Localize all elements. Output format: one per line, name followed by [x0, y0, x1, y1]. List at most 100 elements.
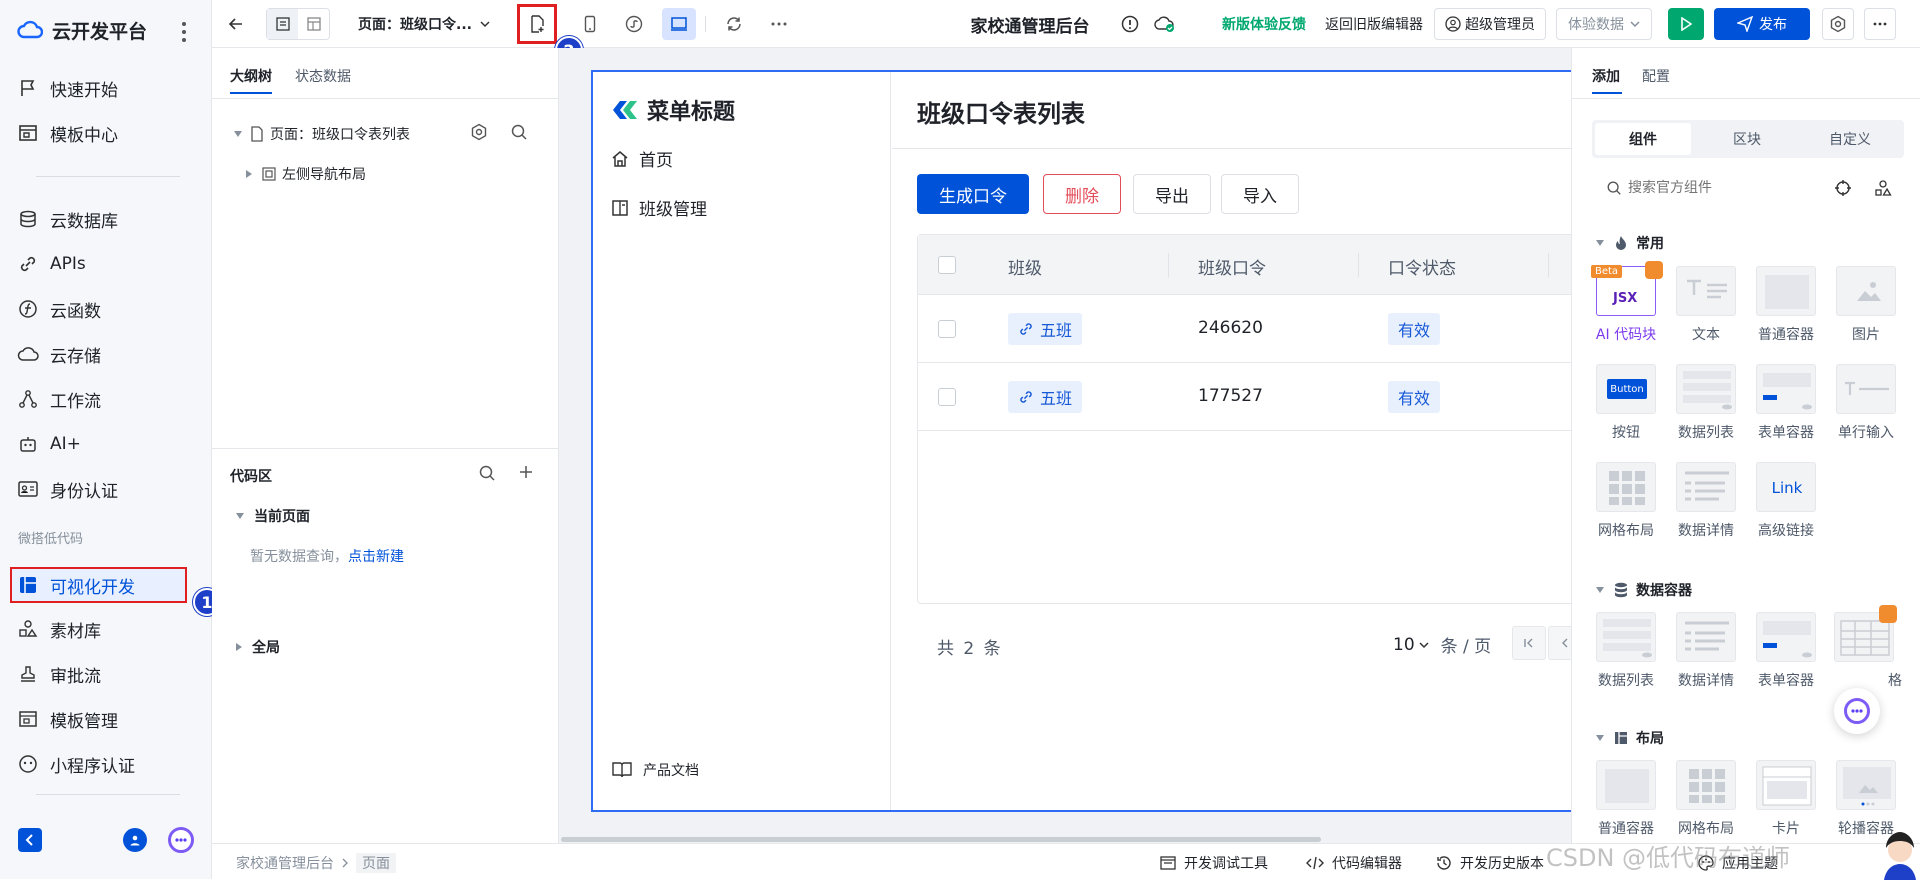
history-button[interactable]: 开发历史版本 — [1436, 853, 1544, 873]
component-single-input[interactable]: 单行输入 — [1826, 364, 1906, 442]
seg-blocks[interactable]: 区块 — [1699, 123, 1795, 155]
refresh-button[interactable] — [718, 8, 750, 40]
menu-item-class-manage[interactable]: 班级管理 — [611, 195, 707, 220]
nav-item-approval[interactable]: 审批流 — [16, 656, 101, 692]
component-button[interactable]: Button 按钮 — [1586, 364, 1666, 442]
locate-button[interactable] — [1834, 179, 1852, 201]
component-form-container[interactable]: 表单容器 — [1746, 612, 1826, 690]
breadcrumb-page[interactable]: 页面 — [356, 853, 396, 873]
row-checkbox[interactable] — [938, 320, 956, 338]
back-button[interactable] — [224, 8, 248, 40]
page-view-icon[interactable] — [267, 9, 298, 39]
component-search-input[interactable] — [1628, 176, 1808, 200]
import-button[interactable]: 导入 — [1221, 174, 1299, 214]
nav-item-template-manage[interactable]: 模板管理 — [16, 701, 118, 737]
preview-run-button[interactable] — [1668, 8, 1704, 40]
tab-outline-tree[interactable]: 大纲树 — [230, 66, 272, 86]
component-data-list[interactable]: 数据列表 — [1586, 612, 1666, 690]
mobile-view-button[interactable] — [576, 8, 604, 40]
tree-node-layout[interactable]: 左侧导航布局 — [246, 164, 366, 184]
component-text[interactable]: 文本 — [1666, 266, 1746, 344]
component-form-container[interactable]: 表单容器 — [1746, 364, 1826, 442]
app-logo[interactable]: 云开发平台 — [16, 16, 147, 44]
canvas-horizontal-scrollbar[interactable] — [561, 837, 1321, 842]
feedback-link[interactable]: 新版体验反馈 — [1216, 8, 1312, 40]
nav-item-database[interactable]: 云数据库 — [16, 201, 118, 237]
miniprogram-view-button[interactable] — [618, 8, 650, 40]
component-container[interactable]: 普通容器 — [1746, 266, 1826, 344]
code-search-button[interactable] — [478, 464, 496, 486]
layout-view-icon[interactable] — [298, 9, 329, 39]
nav-item-ai[interactable]: AI+ — [16, 426, 81, 462]
component-ai-code-block[interactable]: Beta JSX AI 代码块 — [1586, 261, 1666, 344]
tree-node-page[interactable]: 页面：班级口令表列表 — [234, 124, 410, 144]
class-tag[interactable]: 五班 — [1008, 313, 1083, 345]
component-advanced-link[interactable]: Link 高级链接 — [1746, 462, 1826, 540]
group-layout-header[interactable]: 布局 — [1596, 728, 1664, 748]
floating-assistant-button[interactable] — [1834, 688, 1880, 734]
export-button[interactable]: 导出 — [1133, 174, 1211, 214]
nav-item-functions[interactable]: 云函数 — [16, 291, 101, 327]
user-avatar-button[interactable] — [123, 828, 147, 852]
back-to-old-editor-link[interactable]: 返回旧版编辑器 — [1320, 8, 1428, 40]
more-options-button[interactable] — [1864, 8, 1896, 40]
nav-item-storage[interactable]: 云存储 — [16, 336, 101, 372]
generate-code-button[interactable]: 生成口令 — [917, 174, 1029, 214]
nav-item-apis[interactable]: APIs — [16, 246, 86, 282]
info-button[interactable] — [1118, 8, 1142, 40]
row-checkbox[interactable] — [938, 388, 956, 406]
more-vertical-icon[interactable] — [178, 20, 190, 44]
user-menu-button[interactable]: 超级管理员 — [1434, 8, 1546, 40]
nav-item-miniprogram[interactable]: 小程序认证 — [16, 746, 135, 782]
cloud-sync-status[interactable] — [1152, 8, 1178, 40]
component-container[interactable]: 普通容器 — [1586, 760, 1666, 838]
component-card[interactable]: 卡片 — [1746, 760, 1826, 838]
nav-item-workflow[interactable]: 工作流 — [16, 381, 101, 417]
component-grid-layout[interactable]: 网格布局 — [1586, 462, 1666, 540]
page-preview[interactable]: 菜单标题 首页 班级管理 产品文档 班级口令表列表 生成口令 删除 导出 导入 … — [591, 70, 1581, 812]
tab-config[interactable]: 配置 — [1642, 66, 1670, 86]
code-group-current-page[interactable]: 当前页面 — [236, 506, 310, 526]
table-row[interactable]: 五班 177527 有效 — [918, 364, 1579, 431]
nav-item-identity[interactable]: 身份认证 — [16, 471, 118, 507]
data-mode-select[interactable]: 体验数据 — [1556, 8, 1652, 40]
code-editor-button[interactable]: 代码编辑器 — [1306, 853, 1402, 873]
nav-item-quick-start[interactable]: 快速开始 — [16, 70, 118, 106]
table-row[interactable]: 五班 246620 有效 — [918, 296, 1579, 363]
component-shapes-button[interactable] — [1874, 179, 1892, 201]
group-common-header[interactable]: 常用 — [1596, 233, 1664, 253]
component-image[interactable]: 图片 — [1826, 266, 1906, 344]
seg-components[interactable]: 组件 — [1595, 123, 1691, 155]
code-group-global[interactable]: 全局 — [236, 637, 280, 657]
delete-button[interactable]: 删除 — [1043, 174, 1121, 214]
doc-link[interactable]: 产品文档 — [611, 760, 699, 780]
page-select[interactable]: 页面：班级口令... — [358, 8, 508, 40]
tab-add[interactable]: 添加 — [1592, 66, 1620, 86]
more-tools-button[interactable] — [763, 8, 795, 40]
tree-search-button[interactable] — [510, 123, 528, 145]
desktop-view-button[interactable] — [662, 8, 696, 40]
component-data-detail[interactable]: 数据详情 — [1666, 612, 1746, 690]
nav-item-template-center[interactable]: 模板中心 — [16, 115, 118, 151]
code-add-button[interactable] — [518, 464, 534, 484]
create-query-link[interactable]: 点击新建 — [348, 549, 404, 565]
page-size-select[interactable]: 10 条 / 页 — [1393, 632, 1491, 658]
breadcrumb-app[interactable]: 家校通管理后台 — [236, 853, 334, 873]
debug-tools-button[interactable]: 开发调试工具 — [1160, 853, 1268, 873]
component-grid-layout[interactable]: 网格布局 — [1666, 760, 1746, 838]
group-data-header[interactable]: 数据容器 — [1596, 580, 1692, 600]
nav-item-visual-dev[interactable]: 可视化开发 — [16, 567, 135, 603]
collapse-nav-button[interactable] — [18, 828, 42, 852]
assistant-button[interactable] — [168, 827, 194, 853]
first-page-button[interactable] — [1512, 626, 1546, 660]
select-all-checkbox[interactable] — [938, 256, 956, 274]
component-data-detail[interactable]: 数据详情 — [1666, 462, 1746, 540]
nav-item-assets[interactable]: 素材库 — [16, 611, 101, 647]
class-tag[interactable]: 五班 — [1008, 381, 1083, 413]
component-table[interactable]: 格 — [1826, 605, 1906, 690]
page-settings-button[interactable] — [470, 123, 488, 145]
menu-item-home[interactable]: 首页 — [611, 146, 673, 171]
seg-custom[interactable]: 自定义 — [1802, 123, 1898, 155]
component-data-list[interactable]: 数据列表 — [1666, 364, 1746, 442]
tab-state-data[interactable]: 状态数据 — [295, 66, 351, 86]
